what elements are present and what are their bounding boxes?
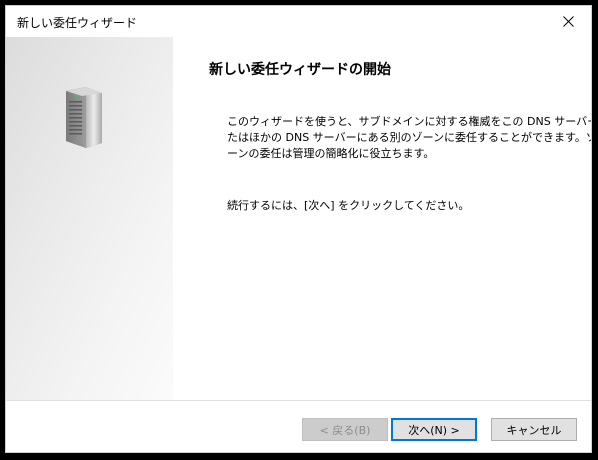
wizard-heading: 新しい委任ウィザードの開始 [209,62,391,78]
close-icon [562,16,574,27]
description-line: ーンの委任は管理の簡略化に役立ちます。 [227,147,435,160]
description-line: たはほかの DNS サーバーにある別のゾーンに委任することができます。ゾ [227,131,592,144]
wizard-instruction: 続行するには、[次へ] をクリックしてください。 [227,199,470,212]
description-line: このウィザードを使うと、サブドメインに対する権威をこの DNS サーバーま [227,115,592,128]
title-bar: 新しい委任ウィザード [6,6,591,37]
close-button[interactable] [545,6,591,37]
wizard-side-panel [6,37,173,400]
back-button[interactable]: < 戻る(B) [302,418,388,441]
window-title: 新しい委任ウィザード [17,16,138,30]
wizard-description: このウィザードを使うと、サブドメインに対する権威をこの DNS サーバーま たは… [227,114,592,162]
server-icon [66,87,102,148]
wizard-window: 新しい委任ウィザード 新しい委任ウィザードの開始 このウィザードを使うと、サブド… [5,5,592,453]
cancel-button[interactable]: キャンセル [491,418,577,441]
footer-divider [6,400,591,401]
next-button[interactable]: 次へ(N) > [391,418,477,441]
